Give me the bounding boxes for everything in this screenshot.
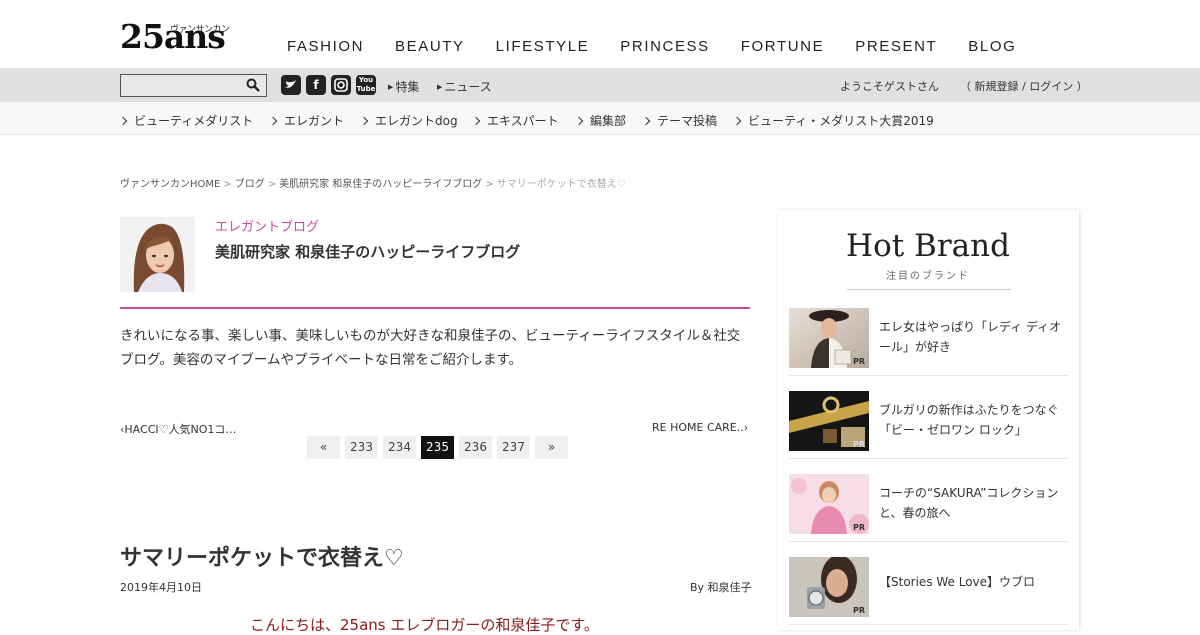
breadcrumb-home[interactable]: ヴァンサンカンHOME bbox=[120, 179, 220, 190]
subnav-expert[interactable]: エキスパート bbox=[471, 112, 559, 129]
brand-item-text: ブルガリの新作はふたりをつなぐ「ビー・ゼロワン ロック」 bbox=[879, 403, 1059, 437]
search-input[interactable] bbox=[121, 75, 236, 96]
post-date: 2019年4月10日 bbox=[120, 581, 202, 594]
page-number[interactable]: 234 bbox=[383, 436, 416, 459]
link-tokushu[interactable]: ▶ 特集 bbox=[388, 78, 419, 95]
nav-fortune[interactable]: FORTUNE bbox=[741, 38, 824, 55]
logo-kana: ヴァンサンカン bbox=[170, 25, 230, 35]
pr-badge: PR bbox=[852, 357, 865, 366]
chevron-right-icon: › bbox=[743, 421, 749, 434]
blogger-avatar bbox=[120, 217, 195, 292]
blog-category[interactable]: エレガントブログ bbox=[215, 216, 319, 235]
nav-blog[interactable]: BLOG bbox=[968, 38, 1016, 55]
search-box bbox=[120, 74, 267, 97]
post-greeting: こんにちは、25ans エレブロガーの和泉佳子です。 bbox=[250, 616, 599, 634]
breadcrumb: ヴァンサンカンHOME > ブログ > 美肌研究家 和泉佳子のハッピーライフブログ > サマ… bbox=[120, 179, 626, 190]
page-first[interactable]: « bbox=[307, 436, 340, 459]
nav-princess[interactable]: PRINCESS bbox=[620, 38, 710, 55]
nav-present[interactable]: PRESENT bbox=[855, 38, 937, 55]
main-nav: FASHION BEAUTY LIFESTYLE PRINCESS FORTUN… bbox=[287, 38, 1047, 55]
sidebar-divider bbox=[847, 289, 1011, 290]
search-icon[interactable] bbox=[246, 78, 260, 92]
next-post-link[interactable]: RE HOME CARE..› bbox=[652, 421, 748, 434]
pr-badge: PR bbox=[852, 523, 865, 532]
utility-bar: f You Tube ▶ 特集 ▶ ニュース ようこそゲストさん （ 新規登録 / ロ… bbox=[0, 68, 1200, 102]
facebook-icon[interactable]: f bbox=[306, 75, 326, 95]
sidebar-subtitle: 注目のブランド bbox=[886, 271, 970, 282]
page-number[interactable]: 237 bbox=[497, 436, 530, 459]
chevron-right-icon bbox=[471, 116, 481, 126]
prev-post-link[interactable]: ‹HACCI♡人気NO1コ… bbox=[120, 421, 236, 437]
pagination: « 233 234 235 236 237 » bbox=[307, 436, 573, 459]
page-number[interactable]: 233 bbox=[345, 436, 378, 459]
site-logo[interactable]: 25ans ヴァンサンカン bbox=[120, 18, 230, 58]
breadcrumb-current: サマリーポケットで衣替え♡ bbox=[496, 179, 626, 190]
nav-beauty[interactable]: BEAUTY bbox=[395, 38, 465, 55]
brand-item-dior[interactable]: PR エレ女はやっぱり「レディ ディオール」が好き bbox=[789, 293, 1068, 376]
nav-lifestyle[interactable]: LIFESTYLE bbox=[496, 38, 590, 55]
breadcrumb-blog-name[interactable]: 美肌研究家 和泉佳子のハッピーライフブログ bbox=[279, 179, 482, 190]
page-current[interactable]: 235 bbox=[421, 436, 454, 459]
brand-item-hublot[interactable]: PR 【Stories We Love】ウブロ bbox=[789, 542, 1068, 625]
post-author[interactable]: By 和泉佳子 bbox=[690, 579, 752, 595]
welcome-text: ようこそゲストさん bbox=[840, 80, 939, 93]
instagram-icon[interactable] bbox=[331, 75, 351, 95]
breadcrumb-blog[interactable]: ブログ bbox=[235, 179, 265, 190]
brand-thumbnail: PR bbox=[789, 391, 869, 451]
subnav-theme-post[interactable]: テーマ投稿 bbox=[641, 112, 717, 129]
brand-item-coach[interactable]: PR コーチの“SAKURA”コレクションと、春の旅へ bbox=[789, 459, 1068, 542]
chevron-right-icon bbox=[641, 116, 651, 126]
sidebar-title: Hot Brand bbox=[846, 228, 1010, 264]
subnav-editorial[interactable]: 編集部 bbox=[574, 112, 626, 129]
pr-badge: PR bbox=[852, 606, 865, 615]
chevron-right-icon bbox=[359, 116, 369, 126]
chevron-right-icon bbox=[732, 116, 742, 126]
brand-item-text: エレ女はやっぱり「レディ ディオール」が好き bbox=[879, 320, 1062, 354]
brand-item-text: 【Stories We Love】ウブロ bbox=[879, 575, 1036, 589]
brand-thumbnail: PR bbox=[789, 308, 869, 368]
page-number[interactable]: 236 bbox=[459, 436, 492, 459]
hot-brand-sidebar: Hot Brand 注目のブランド PR エレ女はやっぱり「レディ ディオール」… bbox=[777, 210, 1079, 630]
subnav-beauty-medalist[interactable]: ビューティメダリスト bbox=[118, 112, 253, 129]
post-title: サマリーポケットで衣替え♡ bbox=[120, 546, 404, 571]
brand-thumbnail: PR bbox=[789, 474, 869, 534]
blog-sub-nav: ビューティメダリスト エレガント エレガントdog エキスパート 編集部 テーマ… bbox=[0, 102, 1200, 135]
blog-title[interactable]: 美肌研究家 和泉佳子のハッピーライフブログ bbox=[215, 241, 520, 262]
link-news[interactable]: ▶ ニュース bbox=[437, 78, 492, 95]
chevron-right-icon bbox=[118, 116, 128, 126]
register-login-link[interactable]: （ 新規登録 / ログイン ） bbox=[960, 78, 1088, 94]
nav-fashion[interactable]: FASHION bbox=[287, 38, 364, 55]
blog-description: きれいになる事、楽しい事、美味しいものが大好きな和泉佳子の、ビューティーライフス… bbox=[120, 328, 741, 368]
subnav-elegant[interactable]: エレガント bbox=[268, 112, 344, 129]
pr-badge: PR bbox=[852, 440, 865, 449]
chevron-right-icon bbox=[268, 116, 278, 126]
brand-item-bvlgari[interactable]: PR ブルガリの新作はふたりをつなぐ「ビー・ゼロワン ロック」 bbox=[789, 376, 1068, 459]
brand-item-text: コーチの“SAKURA”コレクションと、春の旅へ bbox=[879, 486, 1059, 520]
chevron-right-icon bbox=[574, 116, 584, 126]
brand-thumbnail: PR bbox=[789, 557, 869, 617]
title-divider bbox=[120, 307, 750, 309]
subnav-medalist-award[interactable]: ビューティ・メダリスト大賞2019 bbox=[732, 112, 934, 129]
youtube-icon[interactable]: You Tube bbox=[356, 75, 376, 95]
subnav-elegant-dog[interactable]: エレガントdog bbox=[359, 112, 458, 129]
site-header: 25ans ヴァンサンカン FASHION BEAUTY LIFESTYLE P… bbox=[0, 0, 1200, 68]
page-last[interactable]: » bbox=[535, 436, 568, 459]
twitter-icon[interactable] bbox=[281, 75, 301, 95]
